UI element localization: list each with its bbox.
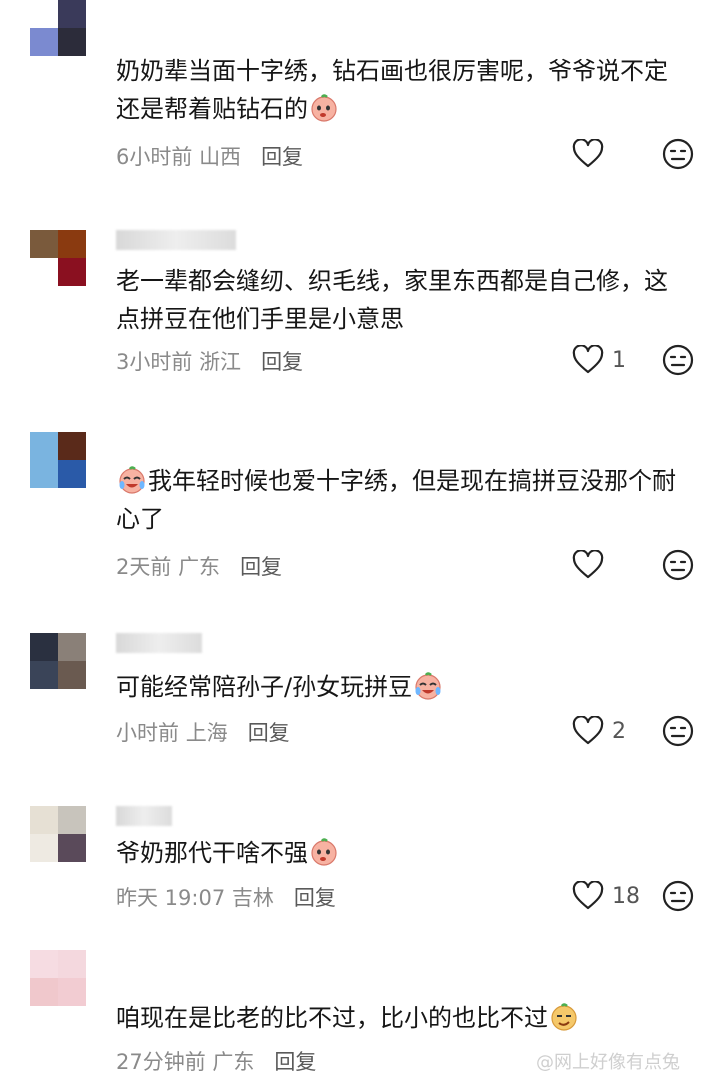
like-button[interactable]: 1 (572, 343, 626, 377)
comment-location: 浙江 (199, 350, 242, 374)
comment-location: 吉林 (231, 886, 274, 910)
reply-button[interactable]: 回复 (274, 1050, 316, 1074)
like-button[interactable]: 2 (572, 714, 626, 748)
avatar-tile (58, 460, 86, 488)
comment-location: 广东 (178, 555, 221, 579)
avatar[interactable] (30, 950, 86, 1006)
avatar-tile (30, 258, 58, 286)
comment-meta: 3小时前 浙江 回复 (116, 346, 303, 376)
avatar-tile (30, 230, 58, 258)
crying-face-emoji (309, 837, 339, 867)
avatar-tile (58, 258, 86, 286)
avatar-tile (58, 950, 86, 978)
crying-face-emoji (309, 93, 339, 123)
avatar-tile (58, 978, 86, 1006)
avatar-tile (30, 950, 58, 978)
avatar-tile (30, 834, 58, 862)
comment-meta: 昨天 19:07 吉林 回复 (116, 882, 336, 912)
reply-button[interactable]: 回复 (261, 350, 303, 374)
comment-time: 昨天 19:07 (116, 886, 226, 910)
smirk-face-emoji (549, 1002, 579, 1032)
avatar-tile (30, 661, 58, 689)
reply-button[interactable]: 回复 (261, 145, 303, 169)
reply-button[interactable]: 回复 (294, 886, 336, 910)
reply-button[interactable]: 回复 (240, 555, 282, 579)
avatar-tile (58, 661, 86, 689)
dislike-icon[interactable] (661, 343, 695, 377)
comment-meta: 2天前 广东 回复 (116, 551, 282, 581)
comment-location: 山西 (199, 145, 242, 169)
avatar-tile (30, 806, 58, 834)
avatar-tile (30, 633, 58, 661)
comment-text: 老一辈都会缝纫、织毛线，家里东西都是自己修，这点拼豆在他们手里是小意思 (116, 267, 668, 333)
username-blurred (116, 806, 172, 826)
reply-button[interactable]: 回复 (248, 721, 290, 745)
like-count: 2 (612, 718, 626, 744)
heart-icon (572, 881, 604, 910)
dislike-icon[interactable] (661, 714, 695, 748)
avatar-tile (58, 230, 86, 258)
heart-icon (572, 716, 604, 745)
avatar-tile (30, 28, 58, 56)
heart-icon (572, 345, 604, 374)
laughing-tears-emoji (117, 465, 147, 495)
dislike-icon[interactable] (661, 548, 695, 582)
like-button[interactable] (572, 548, 612, 582)
username-blurred (116, 230, 236, 250)
comment-text: 咱现在是比老的比不过，比小的也比不过 (116, 999, 691, 1037)
comment-meta: 27分钟前 广东 回复 (116, 1046, 316, 1076)
avatar[interactable] (30, 0, 86, 56)
heart-icon (572, 139, 604, 168)
comment-time: 2天前 (116, 555, 172, 579)
username-blurred (116, 633, 202, 653)
avatar-tile (58, 633, 86, 661)
dislike-icon[interactable] (661, 879, 695, 913)
heart-icon (572, 550, 604, 579)
comment-text: 爷奶那代干啥不强 (116, 834, 691, 872)
comment-text: 可能经常陪孙子/孙女玩拼豆 (116, 668, 691, 706)
avatar[interactable] (30, 432, 86, 488)
comment-meta: 小时前 上海 回复 (116, 717, 290, 747)
laughing-tears-emoji (413, 671, 443, 701)
avatar-tile (30, 0, 58, 28)
comment-text: 奶奶辈当面十字绣，钻石画也很厉害呢，爷爷说不定还是帮着贴钻石的 (116, 57, 668, 123)
avatar-tile (58, 834, 86, 862)
comment-location: 上海 (185, 721, 228, 745)
avatar-tile (30, 460, 58, 488)
comment-time: 3小时前 (116, 350, 193, 374)
comment-time: 小时前 (116, 721, 179, 745)
comment-time: 6小时前 (116, 145, 193, 169)
like-count: 1 (612, 347, 626, 373)
avatar[interactable] (30, 633, 86, 689)
watermark: @网上好像有点兔 (536, 1052, 680, 1073)
comment-meta: 6小时前 山西 回复 (116, 141, 303, 171)
avatar-tile (30, 432, 58, 460)
avatar-tile (58, 28, 86, 56)
comment-text: 我年轻时候也爱十字绣，但是现在搞拼豆没那个耐心了 (116, 465, 676, 533)
comment-location: 广东 (212, 1050, 255, 1074)
avatar-tile (58, 432, 86, 460)
dislike-icon[interactable] (661, 137, 695, 171)
like-count: 18 (612, 883, 640, 909)
avatar[interactable] (30, 230, 86, 286)
like-button[interactable]: 18 (572, 879, 640, 913)
comment-time: 27分钟前 (116, 1050, 206, 1074)
like-button[interactable] (572, 137, 612, 171)
avatar-tile (30, 978, 58, 1006)
avatar-tile (58, 0, 86, 28)
avatar[interactable] (30, 806, 86, 862)
avatar-tile (58, 806, 86, 834)
